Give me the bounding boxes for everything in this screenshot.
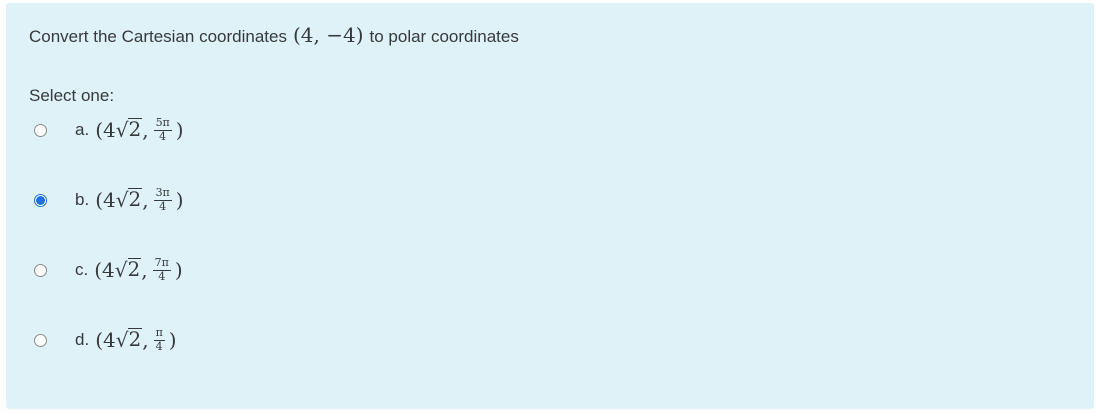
option-d-expression: (4 √ 2 , π 4 )	[95, 327, 176, 352]
option-d-comma: ,	[142, 328, 149, 352]
option-b-letter: b.	[75, 190, 90, 209]
radio-option-a[interactable]	[34, 123, 47, 137]
question-point: (4, −4)	[292, 23, 364, 47]
sqrt-icon: √	[115, 118, 129, 142]
option-c[interactable]: c. (4 √ 2 , 7π 4 )	[34, 254, 183, 286]
select-one-label: Select one:	[29, 86, 115, 105]
radio-option-b[interactable]	[34, 193, 47, 207]
option-c-letter: c.	[75, 260, 89, 279]
sqrt-icon: √	[115, 328, 129, 352]
radio-option-d[interactable]	[34, 333, 47, 347]
option-a-comma: ,	[142, 118, 149, 142]
option-d-sqrt: √ 2	[115, 327, 143, 352]
option-b-open: (4	[95, 188, 116, 212]
option-d-fraction: π 4	[153, 326, 165, 353]
option-c-open: (4	[94, 258, 115, 282]
option-d-close: )	[168, 328, 177, 352]
sqrt-icon: √	[115, 188, 129, 212]
sqrt-icon: √	[114, 258, 128, 282]
option-d-open: (4	[95, 328, 116, 352]
question-text: Convert the Cartesian coordinates (4, −4…	[29, 23, 519, 47]
option-b-sqrt: √ 2	[115, 187, 143, 212]
option-c-expression: (4 √ 2 , 7π 4 )	[94, 257, 182, 282]
question-text-after: to polar coordinates	[369, 27, 519, 46]
option-b[interactable]: b. (4 √ 2 , 3π 4 )	[34, 184, 184, 216]
option-b-denominator: 4	[159, 199, 167, 213]
option-c-comma: ,	[141, 258, 148, 282]
option-d-letter: d.	[75, 330, 90, 349]
option-d-denominator: 4	[155, 339, 163, 353]
option-a-radicand: 2	[128, 117, 143, 141]
option-a-letter: a.	[75, 120, 90, 139]
option-b-expression: (4 √ 2 , 3π 4 )	[95, 187, 183, 212]
option-a-numerator: 5π	[153, 116, 172, 131]
option-c-close: )	[174, 258, 183, 282]
option-c-sqrt: √ 2	[114, 257, 142, 282]
option-a-fraction: 5π 4	[153, 116, 172, 143]
option-d-numerator: π	[153, 326, 165, 341]
option-c-fraction: 7π 4	[152, 256, 171, 283]
option-a-close: )	[175, 118, 184, 142]
option-b-numerator: 3π	[153, 186, 172, 201]
option-a-denominator: 4	[159, 129, 167, 143]
option-b-close: )	[175, 188, 184, 212]
question-text-before: Convert the Cartesian coordinates	[29, 27, 287, 46]
option-d-radicand: 2	[128, 327, 143, 351]
option-b-comma: ,	[142, 188, 149, 212]
radio-option-c[interactable]	[34, 263, 47, 277]
option-b-radicand: 2	[128, 187, 143, 211]
option-a-sqrt: √ 2	[115, 117, 143, 142]
option-d[interactable]: d. (4 √ 2 , π 4 )	[34, 324, 177, 356]
option-b-fraction: 3π 4	[153, 186, 172, 213]
option-c-radicand: 2	[127, 257, 142, 281]
option-c-denominator: 4	[158, 269, 166, 283]
option-a-expression: (4 √ 2 , 5π 4 )	[95, 117, 183, 142]
option-a[interactable]: a. (4 √ 2 , 5π 4 )	[34, 114, 184, 146]
question-panel: Convert the Cartesian coordinates (4, −4…	[6, 3, 1094, 409]
option-c-numerator: 7π	[152, 256, 171, 271]
option-a-open: (4	[95, 118, 116, 142]
